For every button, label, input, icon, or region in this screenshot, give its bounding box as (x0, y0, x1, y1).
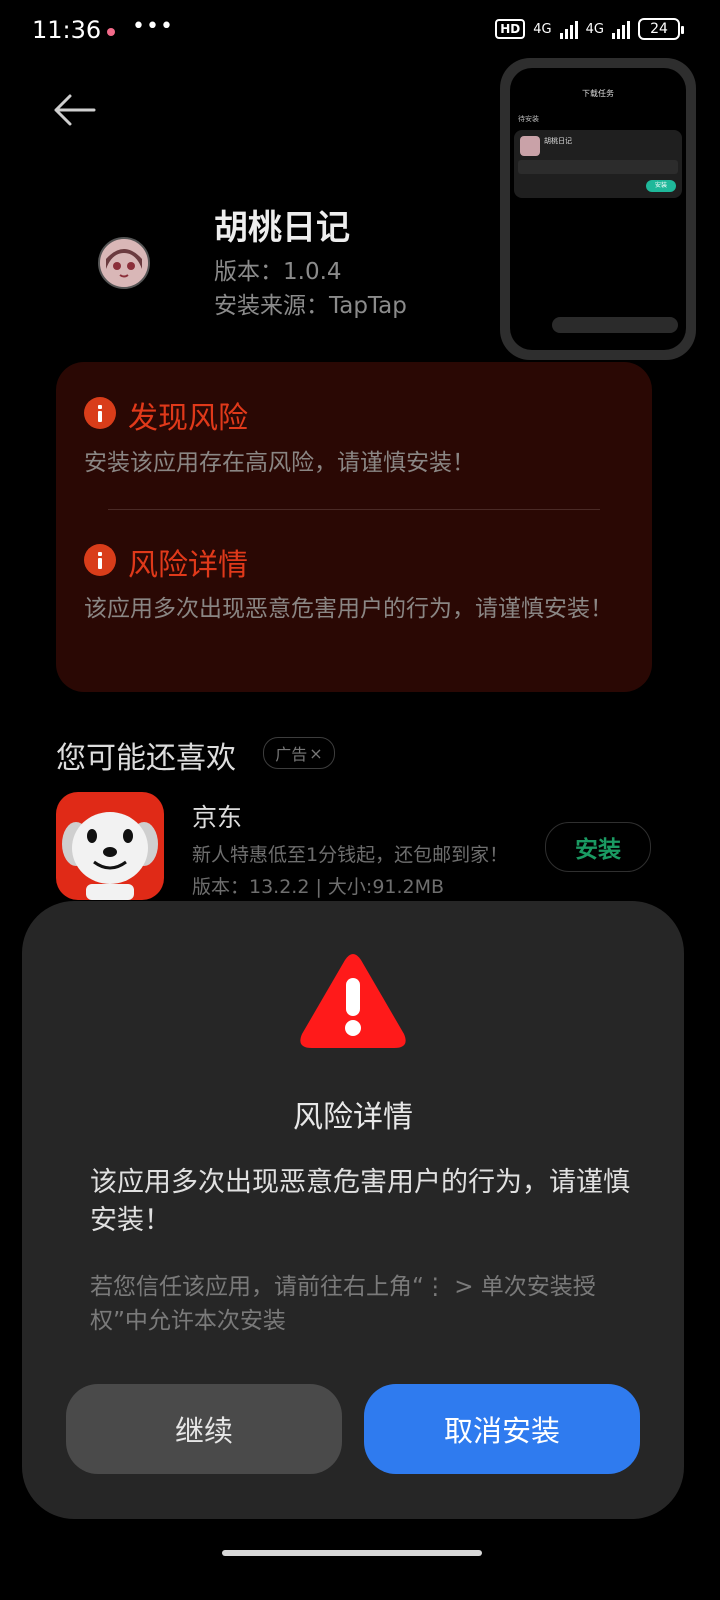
risk-found-title: 发现风险 (128, 401, 248, 436)
back-arrow-icon[interactable] (50, 92, 98, 128)
notification-dot-icon (107, 28, 115, 36)
more-notifications-icon: ••• (132, 14, 174, 39)
home-indicator[interactable] (222, 1550, 482, 1556)
signal-icon-1 (559, 19, 578, 39)
preview-screen: 下载任务 待安装 胡桃日记 安装 (510, 68, 686, 350)
preview-subtitle: 待安装 (518, 115, 539, 123)
risk-detail-text: 该应用多次出现恶意危害用户的行为，请谨慎安装！ (84, 596, 613, 622)
risk-detail-title: 风险详情 (128, 548, 248, 583)
app-icon (98, 237, 150, 289)
network-type-2: 4G (585, 21, 604, 37)
close-icon[interactable]: × (309, 744, 322, 763)
jd-app-desc: 新人特惠低至1分钱起，还包邮到家！ (192, 844, 509, 866)
preview-app-icon (520, 136, 540, 156)
jd-app-name: 京东 (192, 803, 243, 832)
preview-row (518, 160, 678, 174)
ad-badge[interactable]: 广告 × (263, 737, 335, 769)
continue-button[interactable]: 继续 (66, 1384, 342, 1474)
info-icon (84, 544, 116, 576)
status-time: 11:36 (32, 16, 102, 44)
risk-found-text: 安装该应用存在高风险，请谨慎安装！ (84, 450, 475, 476)
dialog-body: 该应用多次出现恶意危害用户的行为，请谨慎安装！ (90, 1167, 630, 1236)
preview-app-name: 胡桃日记 (544, 137, 572, 145)
jd-app-meta: 版本：13.2.2 | 大小:91.2MB (192, 876, 445, 898)
signal-icon-2 (612, 19, 630, 39)
preview-card: 胡桃日记 安装 (514, 130, 682, 198)
preview-install-button: 安装 (646, 180, 676, 192)
cancel-install-button[interactable]: 取消安装 (364, 1384, 640, 1474)
app-name: 胡桃日记 (214, 208, 350, 248)
status-indicators: HD 4G 4G 24 (495, 18, 684, 40)
info-icon (84, 397, 116, 429)
preview-title: 下载任务 (582, 89, 614, 98)
ad-label: 广告 (275, 745, 308, 764)
jd-app-icon[interactable] (56, 792, 164, 900)
warning-triangle-icon (300, 954, 406, 1048)
app-version: 版本：1.0.4 (214, 259, 342, 285)
hd-voice-icon: HD (495, 19, 526, 39)
battery-icon: 24 (638, 18, 684, 40)
jd-install-button[interactable]: 安装 (545, 822, 651, 872)
risk-divider (108, 509, 600, 510)
dialog-hint: 若您信任该应用，请前往右上角“⋮ > 单次安装授权”中允许本次安装 (90, 1274, 596, 1334)
network-type-1: 4G (533, 21, 552, 37)
app-source: 安装来源：TapTap (214, 293, 407, 319)
recommend-title: 您可能还喜欢 (56, 741, 236, 776)
dialog-title: 风险详情 (293, 1100, 413, 1135)
preview-bottom-bar (552, 317, 678, 333)
